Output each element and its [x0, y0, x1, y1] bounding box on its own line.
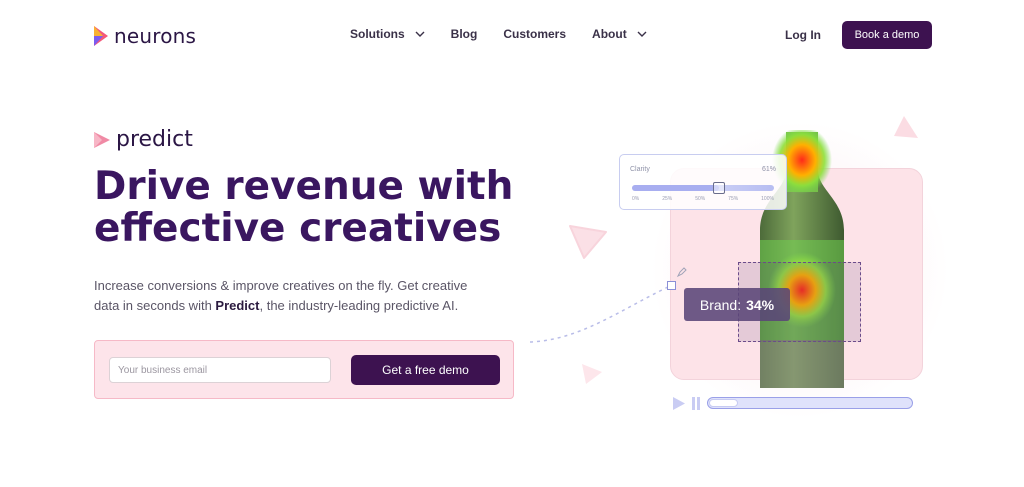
- signup-form: Get a free demo: [94, 340, 514, 399]
- top-nav: neurons Solutions Blog Customers About L…: [0, 0, 1024, 70]
- brand-score-label: Brand:: [699, 296, 742, 313]
- decor-triangle: [894, 116, 918, 138]
- clarity-tick: 25%: [662, 196, 673, 202]
- predict-logo-icon: [94, 131, 110, 148]
- nav-item-label: Solutions: [350, 27, 405, 41]
- headline-line-1: Drive revenue with: [94, 164, 514, 209]
- email-field[interactable]: [109, 357, 331, 383]
- nav-item-about[interactable]: About: [592, 27, 647, 41]
- play-icon[interactable]: [672, 396, 685, 410]
- clarity-slider-fill: [632, 185, 719, 191]
- clarity-label: Clarity: [630, 166, 650, 173]
- book-demo-button[interactable]: Book a demo: [842, 21, 932, 49]
- subtitle-product-bold: Predict: [215, 298, 260, 313]
- clarity-tick: 75%: [728, 196, 739, 202]
- nav-item-label: Customers: [503, 27, 567, 41]
- chevron-down-icon: [637, 31, 647, 37]
- brand-name: neurons: [114, 24, 197, 48]
- connector-path: [530, 285, 671, 343]
- video-player-controls: [672, 396, 922, 410]
- connector-node: [667, 281, 676, 290]
- hero-visual: Clarity 61% 0% 25% 50% 75% 100% Brand: 3…: [530, 110, 950, 430]
- decor-triangle: [582, 364, 602, 384]
- clarity-value: 61%: [761, 166, 776, 173]
- neurons-logo-icon: [94, 26, 108, 46]
- clarity-tick: 100%: [761, 196, 774, 202]
- headline-line-2: effective creatives: [94, 206, 502, 251]
- nav-item-label: About: [592, 27, 627, 41]
- video-progress-fill: [709, 399, 738, 407]
- video-progress-bar[interactable]: [707, 397, 913, 409]
- clarity-widget: Clarity 61% 0% 25% 50% 75% 100%: [619, 154, 787, 210]
- login-link[interactable]: Log In: [785, 28, 821, 42]
- pen-icon: [676, 267, 687, 278]
- clarity-tick: 0%: [632, 196, 640, 202]
- decor-triangle: [569, 225, 607, 259]
- nav-links: Solutions Blog Customers About: [350, 27, 673, 41]
- chevron-down-icon: [415, 31, 425, 37]
- nav-item-solutions[interactable]: Solutions: [350, 27, 425, 41]
- pause-icon[interactable]: [691, 396, 701, 410]
- hero-headline: Drive revenue with effective creatives: [94, 166, 514, 250]
- brand-score-value: 34%: [746, 296, 775, 313]
- nav-item-label: Blog: [450, 27, 478, 41]
- hero-subtitle: Increase conversions & improve creatives…: [94, 276, 484, 316]
- clarity-slider[interactable]: [632, 182, 774, 194]
- product-name: predict: [116, 127, 193, 152]
- clarity-tick: 50%: [695, 196, 706, 202]
- neurons-logo[interactable]: neurons: [94, 24, 196, 48]
- nav-item-blog[interactable]: Blog: [451, 27, 478, 41]
- clarity-slider-thumb[interactable]: [712, 182, 725, 194]
- clarity-ticks: 0% 25% 50% 75% 100%: [632, 196, 774, 202]
- nav-item-customers[interactable]: Customers: [503, 27, 566, 41]
- brand-score-tag: Brand: 34%: [684, 288, 790, 321]
- product-logo: predict: [94, 127, 193, 152]
- subtitle-text-end: , the industry-leading predictive AI.: [259, 298, 459, 313]
- free-demo-button[interactable]: Get a free demo: [351, 355, 500, 385]
